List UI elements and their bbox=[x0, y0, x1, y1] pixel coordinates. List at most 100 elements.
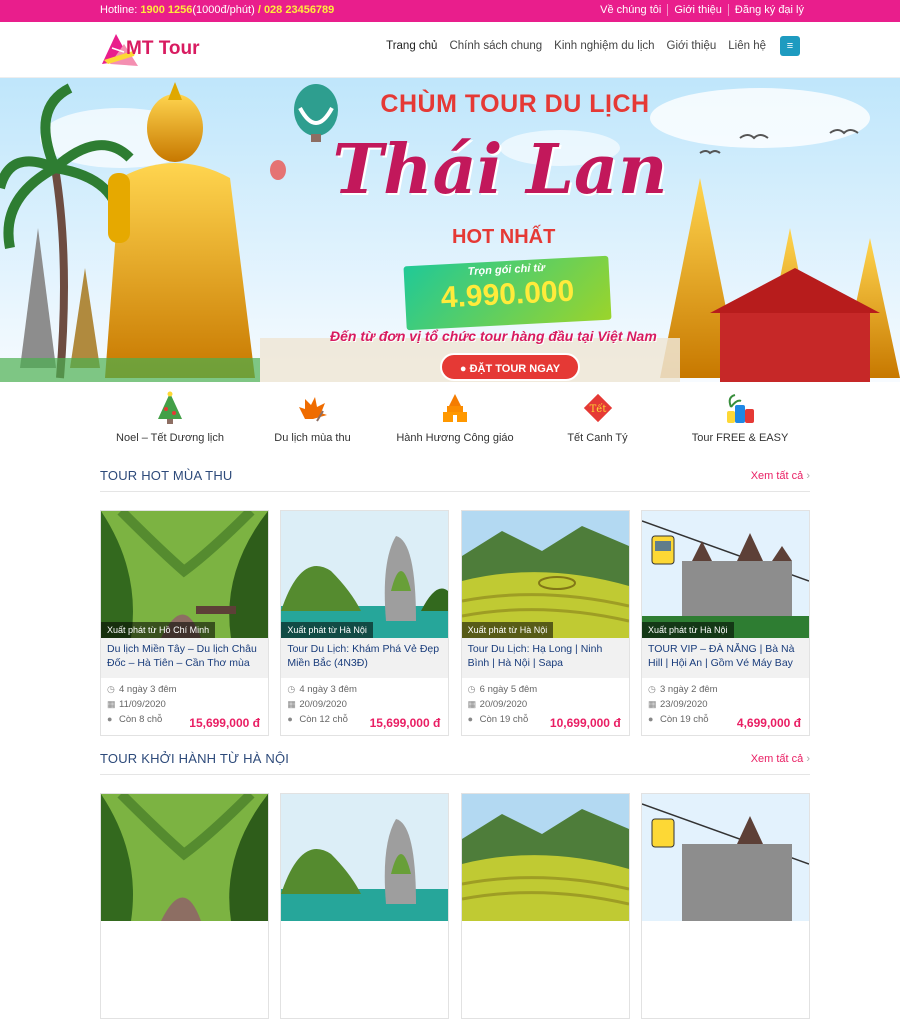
hotline-number-2[interactable]: 028 23456789 bbox=[264, 4, 334, 16]
nav-about[interactable]: Giới thiệu bbox=[667, 40, 717, 52]
top-link-intro[interactable]: Giới thiệu bbox=[667, 4, 728, 16]
category-noel[interactable]: Noel – Tết Dương lịch bbox=[100, 390, 240, 450]
clock-icon: ◷ bbox=[647, 684, 656, 694]
rice-terraces-photo bbox=[461, 794, 629, 921]
ba-na-hills-photo bbox=[641, 794, 809, 921]
calendar-icon: ▦ bbox=[107, 699, 116, 709]
departure-badge: Xuất phát từ Hồ Chí Minh bbox=[101, 622, 216, 638]
book-tour-button[interactable]: ● ĐẶT TOUR NGAY bbox=[440, 353, 580, 381]
hotline: Hotline: 1900 1256(1000đ/phút) / 028 234… bbox=[100, 4, 334, 16]
halong-bay-photo bbox=[281, 794, 449, 921]
tour-title[interactable]: Tour Du Lịch: Hạ Long | Ninh Bình | Hà N… bbox=[461, 638, 629, 678]
section-title-autumn: TOUR HOT MÙA THU Xem tất cả › bbox=[100, 468, 810, 492]
tour-price: 4,699,000 đ bbox=[736, 716, 801, 730]
tour-title[interactable]: Du lịch Miền Tây – Du lịch Châu Đốc – Hà… bbox=[101, 638, 268, 678]
chevron-right-icon: › bbox=[806, 753, 810, 765]
top-link-about[interactable]: Về chúng tôi bbox=[594, 4, 667, 16]
luggage-icon bbox=[727, 394, 754, 423]
category-row: Noel – Tết Dương lịch Du lịch mùa thu Hà… bbox=[100, 390, 810, 450]
tour-image[interactable]: Xuất phát từ Hà Nội bbox=[281, 511, 449, 638]
tour-card[interactable] bbox=[640, 793, 810, 1019]
nav-policy[interactable]: Chính sách chung bbox=[449, 40, 542, 52]
tour-image[interactable] bbox=[101, 794, 268, 921]
banner-line3: HOT NHẤT bbox=[452, 226, 556, 248]
tour-card[interactable] bbox=[280, 793, 450, 1019]
tour-card[interactable]: Xuất phát từ Hà Nội Tour Du Lịch: Khám P… bbox=[280, 510, 450, 736]
logo[interactable]: MT Tour bbox=[100, 30, 220, 70]
hotline-number[interactable]: 1900 1256 bbox=[140, 4, 192, 16]
tour-image[interactable]: Xuất phát từ Hà Nội bbox=[641, 511, 809, 638]
top-links: Về chúng tôi Giới thiệu Đăng ký đại lý bbox=[594, 4, 810, 16]
menu-icon[interactable]: ≡ bbox=[780, 36, 800, 56]
top-bar: Hotline: 1900 1256(1000đ/phút) / 028 234… bbox=[0, 0, 900, 22]
banner-line1: CHÙM TOUR DU LỊCH bbox=[380, 90, 650, 118]
category-label: Hành Hương Công giáo bbox=[396, 432, 514, 444]
tour-image[interactable] bbox=[281, 794, 449, 921]
banner-tagline: Đến từ đơn vị tổ chức tour hàng đầu tại … bbox=[330, 328, 657, 344]
category-free-easy[interactable]: Tour FREE & EASY bbox=[670, 390, 810, 450]
view-all-link[interactable]: Xem tất cả › bbox=[751, 753, 810, 765]
top-link-agent-register[interactable]: Đăng ký đại lý bbox=[727, 4, 810, 16]
halong-bay-photo bbox=[281, 511, 449, 638]
section-heading: TOUR KHỞI HÀNH TỪ HÀ NỘI bbox=[100, 751, 290, 766]
section-title-hanoi: TOUR KHỞI HÀNH TỪ HÀ NỘI Xem tất cả › bbox=[100, 751, 810, 775]
tour-title[interactable]: Tour Du Lịch: Khám Phá Vẻ Đẹp Miền Bắc (… bbox=[281, 638, 449, 678]
tour-date: 23/09/2020 bbox=[659, 699, 708, 710]
view-all-link[interactable]: Xem tất cả › bbox=[751, 470, 810, 482]
category-tet[interactable]: Tết Tết Canh Tý bbox=[528, 390, 668, 450]
hero-banner: CHÙM TOUR DU LỊCH Thái Lan HOT NHẤT Trọn… bbox=[0, 78, 900, 382]
clock-icon: ◷ bbox=[467, 684, 476, 694]
nav-home[interactable]: Trang chủ bbox=[386, 40, 437, 52]
temple-icon bbox=[443, 394, 467, 422]
view-all-label: Xem tất cả bbox=[750, 753, 804, 765]
tour-image[interactable]: Xuất phát từ Hà Nội bbox=[461, 511, 629, 638]
tour-image[interactable] bbox=[461, 794, 629, 921]
section-heading: TOUR HOT MÙA THU bbox=[100, 468, 233, 483]
category-label: Du lịch mùa thu bbox=[274, 432, 351, 444]
chevron-right-icon: › bbox=[806, 470, 810, 482]
tour-seats: Còn 19 chỗ bbox=[479, 714, 529, 725]
tour-grid-autumn: Xuất phát từ Hồ Chí Minh Du lịch Miền Tâ… bbox=[100, 510, 810, 736]
user-icon: ● bbox=[287, 714, 293, 724]
svg-text:Tết: Tết bbox=[589, 404, 606, 415]
departure-badge: Xuất phát từ Hà Nội bbox=[461, 622, 554, 638]
tour-card[interactable] bbox=[100, 793, 269, 1019]
nav-travel-tips[interactable]: Kinh nghiệm du lịch bbox=[554, 40, 654, 52]
autumn-leaves-icon bbox=[298, 397, 327, 422]
tour-image[interactable] bbox=[641, 794, 809, 921]
header: MT Tour Trang chủ Chính sách chung Kinh … bbox=[0, 22, 900, 78]
hotline-separator: / bbox=[257, 4, 261, 16]
hotline-rate: (1000đ/phút) bbox=[192, 4, 255, 16]
tour-date: 20/09/2020 bbox=[299, 699, 347, 710]
category-label: Noel – Tết Dương lịch bbox=[116, 432, 224, 444]
tour-seats: Còn 19 chỗ bbox=[659, 714, 709, 725]
tour-card[interactable]: Xuất phát từ Hà Nội Tour Du Lịch: Hạ Lon… bbox=[460, 510, 630, 736]
hotline-label: Hotline: bbox=[100, 4, 138, 16]
tour-card[interactable] bbox=[460, 793, 630, 1019]
category-pilgrimage[interactable]: Hành Hương Công giáo bbox=[385, 390, 525, 450]
price-box: Trọn gói chỉ từ 4.990.000 bbox=[403, 255, 612, 331]
calendar-icon: ▦ bbox=[467, 699, 477, 709]
tour-price: 10,699,000 đ bbox=[549, 716, 621, 730]
user-icon: ● bbox=[467, 714, 474, 724]
view-all-label: Xem tất cả bbox=[750, 470, 804, 482]
tour-image[interactable]: Xuất phát từ Hồ Chí Minh bbox=[101, 511, 268, 638]
clock-icon: ◷ bbox=[107, 684, 115, 694]
tour-card[interactable]: Xuất phát từ Hồ Chí Minh Du lịch Miền Tâ… bbox=[100, 510, 269, 736]
logo-text: MT Tour bbox=[126, 38, 200, 59]
main-nav: Trang chủ Chính sách chung Kinh nghiệm d… bbox=[374, 36, 800, 56]
clock-icon: ◷ bbox=[287, 684, 296, 694]
tour-duration: 4 ngày 3 đêm bbox=[119, 684, 177, 695]
tour-card[interactable]: Xuất phát từ Hà Nội TOUR VIP – ĐÀ NẴNG |… bbox=[640, 510, 810, 736]
calendar-icon: ▦ bbox=[287, 699, 296, 709]
calendar-icon: ▦ bbox=[647, 699, 657, 709]
tour-seats: Còn 12 chỗ bbox=[299, 714, 348, 725]
category-autumn[interactable]: Du lịch mùa thu bbox=[243, 390, 383, 450]
tour-grid-hanoi bbox=[100, 793, 810, 1019]
nav-contact[interactable]: Liên hệ bbox=[728, 40, 766, 52]
tour-title[interactable]: TOUR VIP – ĐÀ NẴNG | Bà Nà Hill | Hội An… bbox=[641, 638, 809, 678]
mekong-photo bbox=[101, 511, 268, 638]
tour-date: 11/09/2020 bbox=[119, 699, 166, 710]
tour-duration: 6 ngày 5 đêm bbox=[479, 684, 538, 695]
user-icon: ● bbox=[107, 714, 113, 724]
